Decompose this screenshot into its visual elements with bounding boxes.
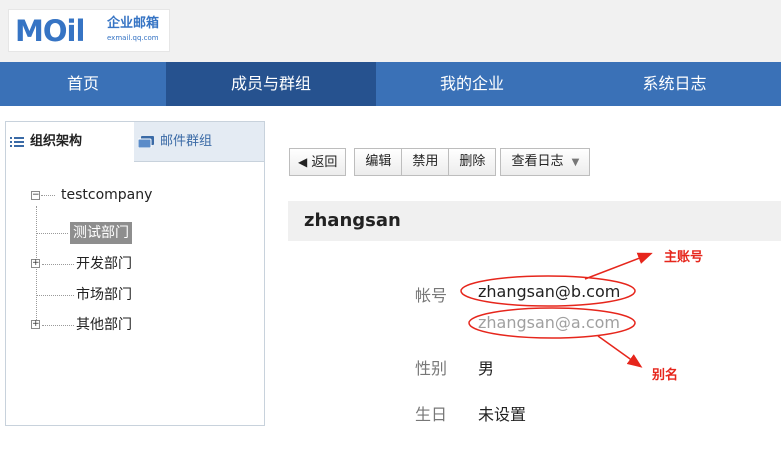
annotation-alias: 别名: [652, 368, 679, 383]
alias-arrow: [597, 335, 643, 368]
alias-circle: [468, 307, 636, 339]
primary-arrow: [584, 252, 653, 280]
annotation-primary-account: 主账号: [664, 250, 704, 265]
app-root: MOil 企业邮箱 exmail.qq.com 首页 成员与群组 我的企业 系统…: [0, 0, 781, 449]
primary-account-circle: [460, 275, 636, 307]
